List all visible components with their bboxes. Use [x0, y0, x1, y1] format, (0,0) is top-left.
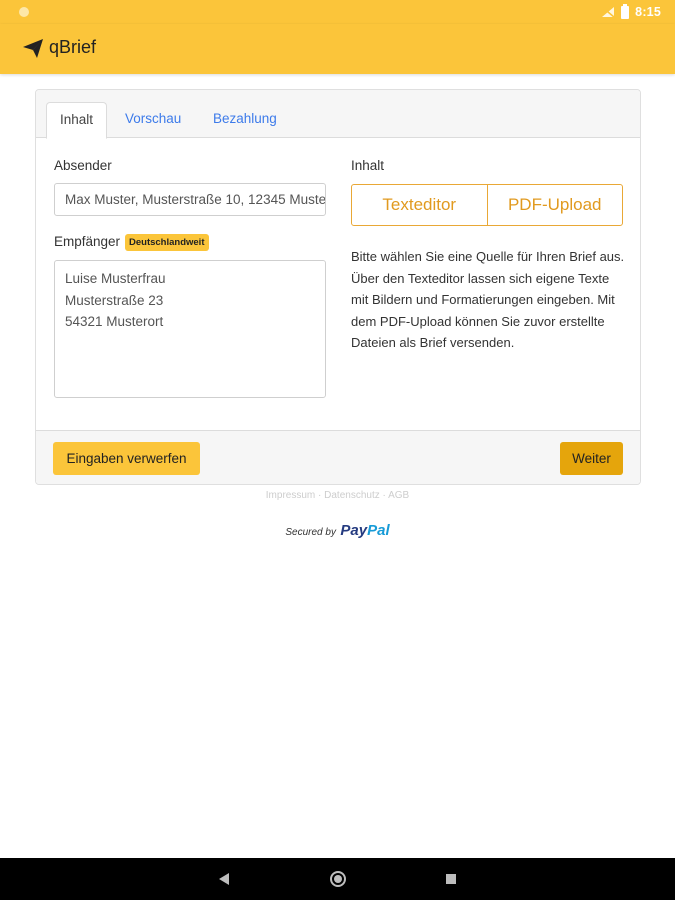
- home-icon[interactable]: [330, 871, 346, 887]
- discard-inputs-button[interactable]: Eingaben verwerfen: [53, 442, 200, 475]
- recipient-label: Empfänger: [54, 234, 121, 249]
- region-badge: Deutschlandweit: [125, 234, 209, 251]
- system-nav-bar: [0, 858, 675, 900]
- app-title: qBrief: [49, 37, 97, 57]
- next-button[interactable]: Weiter: [560, 442, 623, 475]
- footer-separator: ·: [382, 490, 386, 501]
- status-icons: 8:15: [601, 3, 661, 20]
- recents-icon[interactable]: [446, 874, 456, 884]
- recipient-textarea[interactable]: Luise Musterfrau Musterstraße 23 54321 M…: [54, 260, 326, 398]
- back-icon[interactable]: [219, 873, 229, 885]
- source-selector: Texteditor PDF-Upload: [351, 184, 623, 226]
- content-label: Inhalt: [351, 158, 385, 173]
- tab-vorschau[interactable]: Vorschau: [112, 102, 194, 139]
- sender-label: Absender: [54, 158, 112, 173]
- datenschutz-link[interactable]: Datenschutz: [324, 490, 380, 501]
- sender-input[interactable]: Max Muster, Musterstraße 10, 12345 Muste…: [54, 183, 326, 216]
- battery-icon: [621, 3, 630, 19]
- agb-link[interactable]: AGB: [388, 490, 409, 501]
- notification-dot-icon: [19, 7, 29, 17]
- footer-separator: ·: [318, 490, 322, 501]
- card-footer: Eingaben verwerfen Weiter: [36, 430, 640, 484]
- paypal-badge: Secured by PayPal: [0, 522, 675, 540]
- tab-inhalt[interactable]: Inhalt: [46, 102, 108, 139]
- tab-bar: Inhalt Vorschau Bezahlung: [36, 90, 640, 139]
- footer-links: Impressum · Datenschutz · AGB: [0, 490, 675, 501]
- impressum-link[interactable]: Impressum: [266, 490, 315, 501]
- letter-form-card: Inhalt Vorschau Bezahlung Absender Max M…: [35, 89, 641, 485]
- no-sim-icon: [601, 6, 615, 18]
- status-bar: 8:15: [0, 0, 675, 24]
- texteditor-button[interactable]: Texteditor: [352, 185, 487, 225]
- secured-by-label: Secured by: [285, 527, 336, 538]
- app-bar: qBrief: [0, 24, 675, 74]
- paper-plane-icon: [22, 37, 44, 59]
- paypal-logo: PayPal: [340, 522, 390, 539]
- clock: 8:15: [635, 5, 661, 19]
- pdf-upload-button[interactable]: PDF-Upload: [486, 185, 623, 225]
- tab-bezahlung[interactable]: Bezahlung: [200, 102, 290, 139]
- source-info-text: Bitte wählen Sie eine Quelle für Ihren B…: [351, 249, 625, 350]
